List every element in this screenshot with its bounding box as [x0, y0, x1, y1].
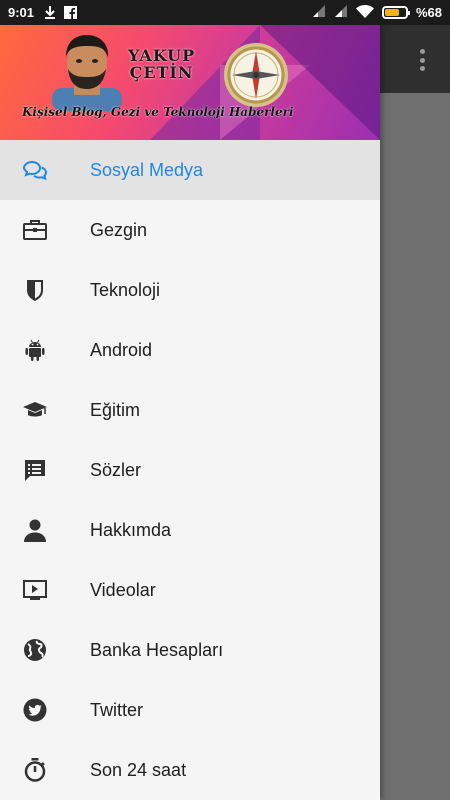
menu-item-videolar[interactable]: Videolar [0, 560, 380, 620]
site-tagline: Kişisel Blog, Gezi ve Teknoloji Haberler… [22, 105, 294, 119]
status-bar: 9:01 %68 [0, 0, 450, 25]
briefcase-icon [23, 218, 47, 242]
menu-item-label: Videolar [90, 579, 156, 600]
menu-item-egitim[interactable]: Eğitim [0, 380, 380, 440]
menu-item-label: Banka Hesapları [90, 639, 224, 660]
chat-bubbles-icon [23, 158, 47, 182]
status-time: 9:01 [8, 5, 35, 20]
menu-item-android[interactable]: Android [0, 320, 380, 380]
quote-list-icon [23, 458, 47, 482]
facebook-icon [64, 6, 78, 19]
battery-text: %68 [415, 5, 442, 20]
menu-item-twitter[interactable]: Twitter [0, 680, 380, 740]
site-name: YAKUP ÇETİN [128, 46, 196, 82]
menu-item-gezgin[interactable]: Gezgin [0, 200, 380, 260]
menu-item-son-24-saat[interactable]: Son 24 saat [0, 740, 380, 800]
menu-item-label: Sözler [90, 459, 142, 480]
menu-item-label: Gezgin [90, 219, 148, 240]
menu-item-hakkimda[interactable]: Hakkımda [0, 500, 380, 560]
battery-icon [381, 6, 410, 19]
person-icon [23, 518, 47, 542]
more-vert-icon[interactable] [412, 47, 432, 73]
download-icon [44, 6, 56, 19]
drawer-header: YAKUP ÇETİN Kişisel Blog, Gezi ve Teknol… [0, 25, 380, 140]
menu-item-label: Son 24 saat [90, 759, 187, 780]
stopwatch-icon [23, 758, 47, 782]
wifi-icon [355, 4, 374, 21]
menu-item-sosyal-medya[interactable]: Sosyal Medya [0, 140, 380, 200]
shield-icon [23, 278, 47, 302]
video-play-icon [23, 578, 47, 602]
navigation-drawer: YAKUP ÇETİN Kişisel Blog, Gezi ve Teknol… [0, 25, 380, 800]
menu-item-sozler[interactable]: Sözler [0, 440, 380, 500]
graduation-cap-icon [23, 398, 47, 422]
menu-item-teknoloji[interactable]: Teknoloji [0, 260, 380, 320]
drawer-menu: Sosyal Medya Gezgin Teknoloji Android Eğ… [0, 140, 380, 800]
signal-icon [334, 5, 348, 20]
globe-icon [23, 638, 47, 662]
signal-icon [312, 5, 326, 20]
avatar [52, 33, 122, 111]
menu-item-label: Twitter [90, 699, 144, 720]
menu-item-label: Hakkımda [90, 519, 172, 540]
menu-item-label: Teknoloji [90, 279, 161, 300]
menu-item-label: Sosyal Medya [90, 159, 204, 180]
android-icon [23, 338, 47, 362]
menu-item-label: Android [90, 339, 153, 360]
compass-logo-icon [222, 41, 290, 109]
menu-item-banka-hesaplari[interactable]: Banka Hesapları [0, 620, 380, 680]
menu-item-label: Eğitim [90, 399, 141, 420]
twitter-icon [23, 698, 47, 722]
